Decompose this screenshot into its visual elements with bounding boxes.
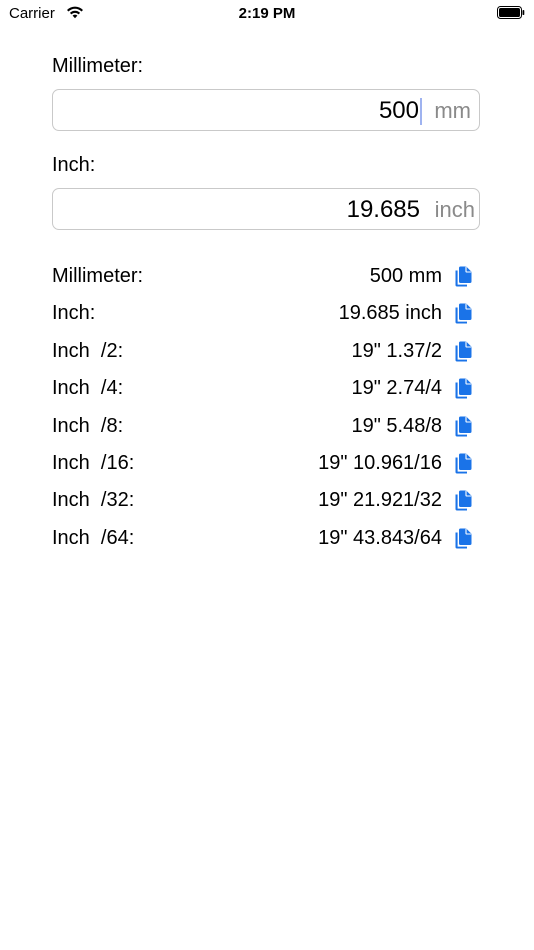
- status-bar: Carrier 2:19 PM: [0, 0, 534, 28]
- result-label: Inch /32:: [52, 489, 135, 512]
- result-label: Inch:: [52, 302, 96, 325]
- result-row-millimeter: Millimeter: 500 mm: [52, 259, 474, 296]
- result-value: 500 mm: [369, 265, 442, 287]
- result-value: 19" 43.843/64: [318, 526, 442, 549]
- result-label: Inch /8:: [52, 414, 124, 437]
- result-label: Millimeter:: [52, 265, 144, 287]
- result-value: 19" 10.961/16: [318, 451, 442, 474]
- inch-label: Inch:: [52, 154, 96, 176]
- result-row-inch-8: Inch /8: 19" 5.48/8: [52, 409, 474, 446]
- copy-icon[interactable]: [454, 527, 472, 549]
- copy-icon[interactable]: [454, 490, 472, 512]
- result-label: Inch /64:: [52, 526, 135, 549]
- inch-unit: inch: [434, 197, 475, 222]
- millimeter-value: 500: [378, 97, 419, 124]
- battery-icon: [497, 6, 525, 19]
- result-value: 19" 5.48/8: [351, 414, 442, 437]
- result-row-inch-16: Inch /16: 19" 10.961/16: [52, 446, 474, 483]
- result-label: Inch /4:: [52, 377, 124, 400]
- result-label: Inch /16:: [52, 451, 135, 474]
- copy-icon[interactable]: [454, 452, 472, 474]
- millimeter-label: Millimeter:: [52, 55, 144, 77]
- result-value: 19" 21.921/32: [318, 489, 442, 512]
- inch-field[interactable]: 19.685 inch: [52, 188, 480, 230]
- result-row-inch-2: Inch /2: 19" 1.37/2: [52, 334, 474, 371]
- result-value: 19" 1.37/2: [351, 339, 442, 362]
- copy-icon[interactable]: [454, 303, 472, 325]
- millimeter-field[interactable]: 500 mm: [52, 89, 480, 131]
- result-row-inch-4: Inch /4: 19" 2.74/4: [52, 371, 474, 408]
- copy-icon[interactable]: [454, 266, 472, 287]
- text-caret: [420, 98, 422, 125]
- result-row-inch: Inch: 19.685 inch: [52, 296, 474, 333]
- results-list: Millimeter: 500 mm Inch: 19.685 inch Inc…: [52, 259, 474, 558]
- status-time: 2:19 PM: [238, 5, 296, 22]
- result-value: 19.685 inch: [338, 302, 442, 325]
- result-row-inch-32: Inch /32: 19" 21.921/32: [52, 483, 474, 520]
- result-label: Inch /2:: [52, 339, 124, 362]
- copy-icon[interactable]: [454, 415, 472, 437]
- result-row-inch-64: Inch /64: 19" 43.843/64: [52, 521, 474, 558]
- copy-icon[interactable]: [454, 340, 472, 362]
- millimeter-unit: mm: [434, 98, 471, 123]
- copy-icon[interactable]: [454, 378, 472, 400]
- inch-value: 19.685: [346, 196, 420, 223]
- result-value: 19" 2.74/4: [351, 377, 442, 400]
